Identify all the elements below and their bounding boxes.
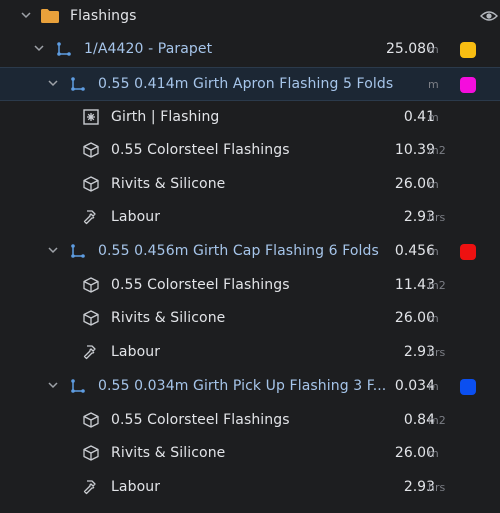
folder-icon — [41, 9, 59, 23]
tree-row-item[interactable]: 0.55 Colorsteel Flashings 11.43 m2 — [0, 269, 500, 303]
chevron-down-icon[interactable] — [46, 76, 60, 90]
eye-icon[interactable] — [480, 9, 498, 23]
formula-icon — [83, 109, 99, 125]
quantity-unit: m2 — [428, 144, 446, 157]
takeoff-tree: Flashings 1/A4420 - Parapet 25.080 m 0.5… — [0, 0, 500, 513]
tree-row-item[interactable]: Labour 2.93 hrs — [0, 336, 500, 370]
quantity-unit: m — [428, 380, 439, 393]
tree-row-parapet[interactable]: 1/A4420 - Parapet 25.080 m — [0, 33, 500, 67]
tree-label: 0.55 Colorsteel Flashings — [111, 277, 290, 293]
quantity-unit: m — [428, 78, 439, 91]
polyline-icon — [71, 244, 85, 258]
quantity-unit: m — [428, 312, 439, 325]
tree-label: Girth | Flashing — [111, 109, 220, 125]
cube-icon — [83, 445, 99, 461]
tree-label: 0.55 0.414m Girth Apron Flashing 5 Folds — [98, 76, 394, 92]
hammer-icon — [83, 345, 96, 360]
tree-row-item[interactable]: 0.55 Colorsteel Flashings 0.84 m2 — [0, 404, 500, 438]
quantity-unit: m2 — [428, 279, 446, 292]
cube-icon — [83, 310, 99, 326]
cube-icon — [83, 142, 99, 158]
hammer-icon — [83, 210, 96, 225]
tree-label: 0.55 0.034m Girth Pick Up Flashing 3 F..… — [98, 378, 387, 394]
quantity-unit: m — [428, 245, 439, 258]
chevron-down-icon[interactable] — [32, 41, 46, 55]
tree-row-item[interactable]: Rivits & Silicone 26.00 m — [0, 168, 500, 202]
tree-label: Rivits & Silicone — [111, 176, 226, 192]
cube-icon — [83, 277, 99, 293]
chevron-down-icon[interactable] — [46, 243, 60, 257]
tree-label: 1/A4420 - Parapet — [84, 41, 213, 57]
tree-label: Labour — [111, 479, 161, 495]
quantity-unit: m — [428, 447, 439, 460]
polyline-icon — [71, 379, 85, 393]
tree-label: Labour — [111, 209, 161, 225]
tree-label: 0.55 Colorsteel Flashings — [111, 412, 290, 428]
tree-row-item[interactable]: Girth | Flashing 0.41 m — [0, 101, 500, 135]
tree-label: Rivits & Silicone — [111, 310, 226, 326]
tree-label: Labour — [111, 344, 161, 360]
tree-row-item[interactable]: Labour 2.93 hrs — [0, 471, 500, 505]
tree-row-item[interactable]: Rivits & Silicone 26.00 m — [0, 302, 500, 336]
tree-label: Rivits & Silicone — [111, 445, 226, 461]
polyline-icon — [57, 42, 71, 56]
quantity-unit: m2 — [428, 414, 446, 427]
tree-row-item[interactable]: Labour 2.93 hrs — [0, 201, 500, 235]
chevron-down-icon[interactable] — [19, 8, 33, 22]
color-swatch[interactable] — [460, 244, 476, 260]
tree-row-group[interactable]: 0.55 0.456m Girth Cap Flashing 6 Folds 0… — [0, 235, 500, 269]
tree-row-item[interactable]: Rivits & Silicone 26.00 m — [0, 437, 500, 471]
tree-row-item[interactable]: 0.55 Colorsteel Flashings 10.39 m2 — [0, 134, 500, 168]
quantity-unit: hrs — [428, 481, 446, 494]
color-swatch[interactable] — [460, 42, 476, 58]
chevron-down-icon[interactable] — [46, 378, 60, 392]
color-swatch[interactable] — [460, 379, 476, 395]
quantity-unit: m — [428, 111, 439, 124]
cube-icon — [83, 412, 99, 428]
quantity-unit: m — [428, 178, 439, 191]
tree-row-group[interactable]: 0.55 0.034m Girth Pick Up Flashing 3 F..… — [0, 370, 500, 404]
quantity-unit: hrs — [428, 346, 446, 359]
polyline-icon — [71, 77, 85, 91]
color-swatch[interactable] — [460, 77, 476, 93]
tree-label: 0.55 Colorsteel Flashings — [111, 142, 290, 158]
tree-row-flashings[interactable]: Flashings — [0, 0, 500, 34]
quantity-unit: hrs — [428, 211, 446, 224]
tree-label: 0.55 0.456m Girth Cap Flashing 6 Folds — [98, 243, 379, 259]
tree-label: Flashings — [70, 8, 137, 24]
tree-row-group[interactable]: 0.55 0.414m Girth Apron Flashing 5 Folds… — [0, 67, 500, 101]
cube-icon — [83, 176, 99, 192]
hammer-icon — [83, 480, 96, 495]
quantity-unit: m — [428, 43, 439, 56]
